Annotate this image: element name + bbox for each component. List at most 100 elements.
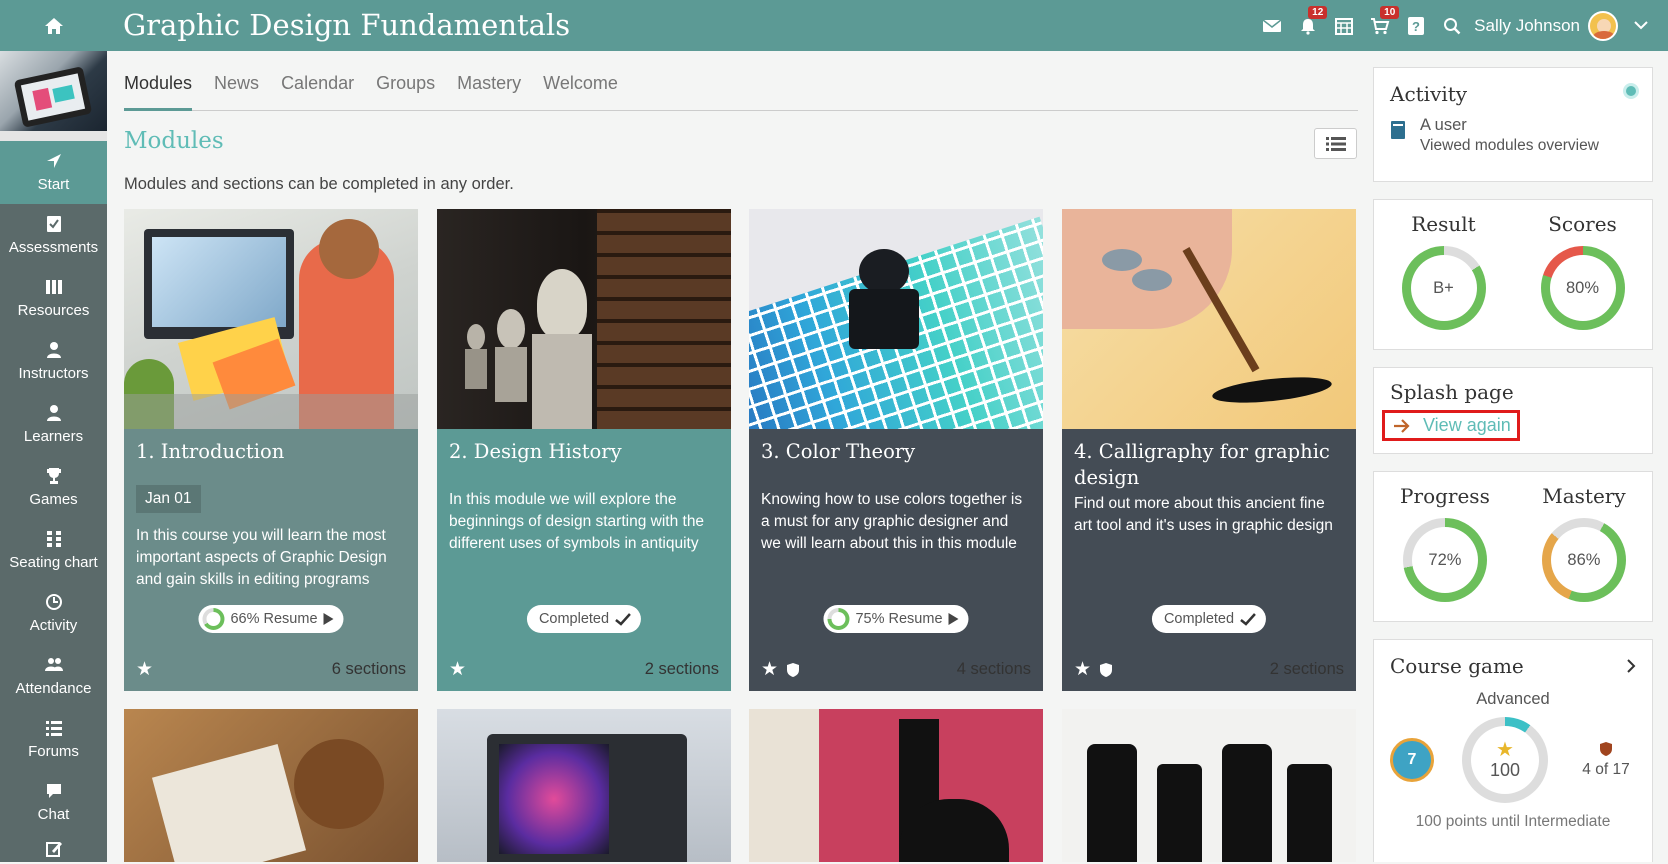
game-points: 100 bbox=[1489, 759, 1521, 780]
star-icon: ★ bbox=[1496, 738, 1514, 761]
completed-badge[interactable]: Completed bbox=[1151, 605, 1267, 633]
completed-label: Completed bbox=[1163, 611, 1235, 627]
top-bar: Graphic Design Fundamentals 12 10 ? Sall… bbox=[0, 0, 1668, 51]
sidebar-item-games[interactable]: Games bbox=[0, 456, 107, 519]
module-date: Jan 01 bbox=[136, 485, 201, 513]
sidebar-item-label: Chat bbox=[37, 806, 70, 823]
seating-chart-icon bbox=[46, 531, 61, 547]
module-card-body: 1. Introduction Jan 01 In this course yo… bbox=[124, 429, 418, 691]
sidebar-item-label: Learners bbox=[23, 428, 84, 445]
chevron-down-icon bbox=[1634, 21, 1648, 30]
home-button[interactable] bbox=[0, 0, 107, 51]
user-menu-dropdown[interactable] bbox=[1628, 0, 1654, 51]
tab-news[interactable]: News bbox=[214, 65, 259, 111]
list-icon bbox=[1325, 136, 1346, 151]
game-rank: 4 of 17 bbox=[1582, 761, 1630, 778]
sidebar-item-resources[interactable]: Resources bbox=[0, 267, 107, 330]
module-card-body: 4. Calligraphy for graphic design Find o… bbox=[1062, 429, 1356, 691]
thumbnail-divider bbox=[0, 131, 107, 141]
module-image bbox=[124, 209, 418, 429]
notifications-button[interactable]: 12 bbox=[1290, 0, 1328, 51]
view-again-link[interactable]: View again bbox=[1382, 410, 1520, 441]
search-button[interactable] bbox=[1434, 0, 1470, 51]
section-count: 2 sections bbox=[644, 660, 719, 678]
star-icon[interactable]: ★ bbox=[1074, 658, 1091, 681]
sidebar-item-chat[interactable]: Chat bbox=[0, 771, 107, 834]
resume-button[interactable]: 66% Resume bbox=[198, 605, 344, 633]
sidebar-item-start[interactable]: Start bbox=[0, 141, 107, 204]
completed-badge[interactable]: Completed bbox=[526, 605, 642, 633]
progress-label: Progress bbox=[1400, 484, 1490, 508]
module-card-image-7[interactable] bbox=[749, 709, 1043, 862]
game-level: Advanced bbox=[1476, 690, 1550, 708]
splash-page-panel: Splash page View again bbox=[1373, 367, 1653, 454]
progress-ring: 72% bbox=[1402, 518, 1487, 602]
scores-value: 80% bbox=[1549, 255, 1616, 321]
module-card-color-theory[interactable]: 3. Color Theory Knowing how to use color… bbox=[749, 209, 1043, 691]
module-card-introduction[interactable]: 1. Introduction Jan 01 In this course yo… bbox=[124, 209, 418, 691]
module-footer: ★ 2 sections bbox=[449, 658, 719, 681]
progress-mastery-panel: Progress 72% Mastery 86% bbox=[1373, 471, 1653, 622]
result-label: Result bbox=[1411, 212, 1476, 236]
sidebar-item-attendance[interactable]: Attendance bbox=[0, 645, 107, 708]
section-count: 4 sections bbox=[956, 660, 1031, 678]
module-image bbox=[437, 209, 731, 429]
tab-mastery[interactable]: Mastery bbox=[457, 65, 521, 111]
calendar-icon bbox=[1335, 17, 1354, 35]
module-tabs: Modules News Calendar Groups Mastery Wel… bbox=[124, 65, 1358, 111]
resume-button[interactable]: 75% Resume bbox=[823, 605, 969, 633]
sidebar-item-learners[interactable]: Learners bbox=[0, 393, 107, 456]
mastery-value: 86% bbox=[1550, 527, 1617, 593]
course-game-header[interactable]: Course game bbox=[1390, 654, 1636, 678]
page-title: Modules bbox=[124, 128, 224, 154]
scores-gauge[interactable]: Scores 80% bbox=[1540, 212, 1625, 330]
messages-button[interactable] bbox=[1254, 0, 1290, 51]
scores-label: Scores bbox=[1548, 212, 1617, 236]
home-icon bbox=[44, 17, 63, 34]
tab-welcome[interactable]: Welcome bbox=[543, 65, 618, 111]
game-avatar[interactable]: 7 bbox=[1390, 738, 1434, 782]
module-card-image-5[interactable] bbox=[124, 709, 418, 862]
sidebar-item-more[interactable] bbox=[0, 834, 107, 864]
user-name[interactable]: Sally Johnson bbox=[1474, 16, 1580, 36]
sidebar-item-seating-chart[interactable]: Seating chart bbox=[0, 519, 107, 582]
star-icon[interactable]: ★ bbox=[761, 658, 778, 681]
tab-calendar[interactable]: Calendar bbox=[281, 65, 354, 111]
sidebar-item-label: Assessments bbox=[8, 239, 99, 256]
cart-button[interactable]: 10 bbox=[1362, 0, 1400, 51]
module-card-design-history[interactable]: 2. Design History In this module we will… bbox=[437, 209, 731, 691]
star-icon[interactable]: ★ bbox=[449, 658, 466, 681]
calendar-button[interactable] bbox=[1326, 0, 1362, 51]
mastery-ring: 86% bbox=[1541, 518, 1626, 602]
user-avatar[interactable] bbox=[1588, 10, 1618, 41]
sidebar-item-label: Resources bbox=[17, 302, 90, 319]
mail-icon bbox=[1262, 18, 1282, 32]
progress-gauge[interactable]: Progress 72% bbox=[1400, 484, 1490, 602]
tab-groups[interactable]: Groups bbox=[376, 65, 435, 111]
activity-user[interactable]: A user bbox=[1420, 116, 1599, 135]
sidebar-item-instructors[interactable]: Instructors bbox=[0, 330, 107, 393]
sidebar-item-forums[interactable]: Forums bbox=[0, 708, 107, 771]
course-thumbnail[interactable] bbox=[0, 51, 107, 131]
module-footer: ★ 4 sections bbox=[761, 658, 1031, 681]
shield-icon bbox=[1100, 662, 1113, 677]
star-icon[interactable]: ★ bbox=[136, 658, 153, 681]
list-view-button[interactable] bbox=[1314, 128, 1357, 159]
result-scores-panel: Result B+ Scores 80% bbox=[1373, 199, 1653, 350]
result-ring: B+ bbox=[1401, 246, 1486, 330]
search-icon bbox=[1444, 17, 1461, 34]
sidebar-item-label: Activity bbox=[29, 617, 78, 634]
module-footer: ★ 6 sections bbox=[136, 658, 406, 681]
module-card-image-8[interactable] bbox=[1062, 709, 1356, 862]
section-count: 2 sections bbox=[1269, 660, 1344, 678]
mastery-gauge[interactable]: Mastery 86% bbox=[1541, 484, 1626, 602]
module-card-image-6[interactable] bbox=[437, 709, 731, 862]
module-card-calligraphy[interactable]: 4. Calligraphy for graphic design Find o… bbox=[1062, 209, 1356, 691]
result-gauge[interactable]: Result B+ bbox=[1401, 212, 1486, 330]
tab-modules[interactable]: Modules bbox=[124, 65, 193, 111]
sidebar: Start Assessments Resources Instructors … bbox=[0, 51, 107, 862]
help-button[interactable]: ? bbox=[1398, 0, 1434, 51]
sidebar-item-activity[interactable]: Activity bbox=[0, 582, 107, 645]
sidebar-item-assessments[interactable]: Assessments bbox=[0, 204, 107, 267]
section-count: 6 sections bbox=[331, 660, 406, 678]
